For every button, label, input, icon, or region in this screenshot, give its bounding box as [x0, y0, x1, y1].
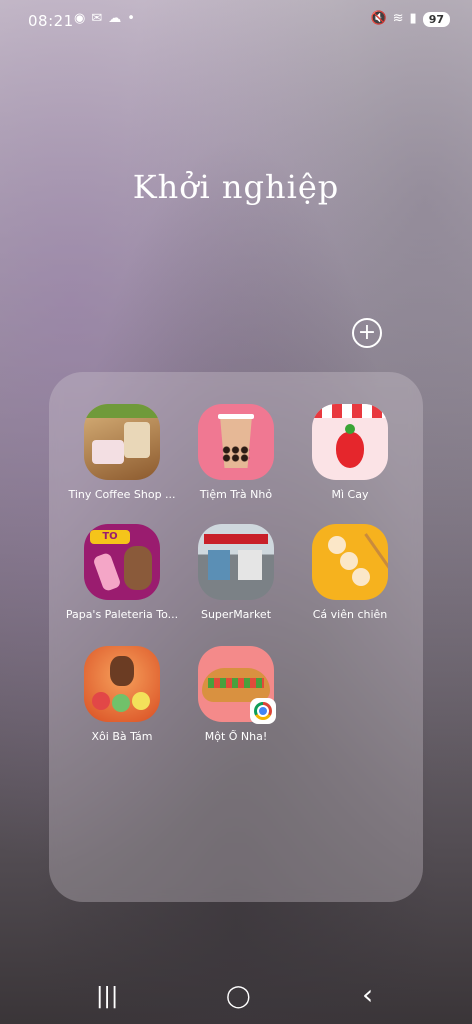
dot-icon: •	[127, 11, 135, 26]
app-label: Tiệm Trà Nhỏ	[199, 488, 273, 501]
system-icons: 🔇 ≋ ▮ 97	[370, 11, 450, 27]
app-mi-cay[interactable]: Mì Cay	[291, 404, 409, 514]
chili-icon	[312, 404, 388, 480]
chrome-badge-icon	[250, 698, 276, 724]
app-folder: Tiny Coffee Shop ... Tiệm Trà Nhỏ Mì Cay…	[49, 372, 423, 902]
app-supermarket[interactable]: SuperMarket	[177, 524, 295, 634]
app-tiny-coffee-shop[interactable]: Tiny Coffee Shop ...	[63, 404, 181, 514]
back-button[interactable]: ‹	[362, 978, 373, 1011]
app-label: Một Ổ Nha!	[204, 730, 268, 743]
supermarket-icon	[198, 524, 274, 600]
folder-title[interactable]: Khởi nghiệp	[0, 168, 472, 206]
recents-button[interactable]: |||	[96, 984, 118, 1009]
app-papas-paleteria[interactable]: TO GO! Papa's Paleteria To...	[63, 524, 181, 634]
app-tiem-tra-nho[interactable]: Tiệm Trà Nhỏ	[177, 404, 295, 514]
notification-icons: ◉ ✉ ☁ •	[74, 11, 135, 27]
navigation-bar: ||| ◯ ‹	[0, 970, 472, 1024]
app-label: Xôi Bà Tám	[91, 730, 153, 743]
status-bar: 08:21 ◉ ✉ ☁ • 🔇 ≋ ▮ 97	[0, 0, 472, 44]
mute-icon: 🔇	[370, 11, 387, 26]
app-ca-vien-chien[interactable]: Cá viên chiên	[291, 524, 409, 634]
signal-icon: ▮	[409, 11, 417, 26]
app-mot-o-nha[interactable]: Một Ổ Nha!	[177, 646, 295, 756]
bubble-tea-icon	[198, 404, 274, 480]
battery-indicator: 97	[422, 11, 450, 27]
app-xoi-ba-tam[interactable]: Xôi Bà Tám	[63, 646, 181, 756]
banh-mi-icon	[198, 646, 276, 724]
papas-paleteria-icon: TO GO!	[84, 524, 160, 600]
app-label: Mì Cay	[331, 488, 369, 501]
add-app-button[interactable]: +	[352, 318, 382, 348]
chrome-notif-icon: ◉	[74, 11, 86, 26]
app-label: Cá viên chiên	[312, 608, 388, 621]
app-label: Tiny Coffee Shop ...	[68, 488, 176, 501]
message-icon: ✉	[91, 11, 103, 26]
app-label: Papa's Paleteria To...	[65, 608, 179, 621]
home-button[interactable]: ◯	[226, 984, 251, 1009]
wifi-icon: ≋	[392, 11, 404, 26]
xoi-icon	[84, 646, 160, 722]
cloud-icon: ☁	[108, 11, 122, 26]
app-label: SuperMarket	[200, 608, 272, 621]
fishball-icon	[312, 524, 388, 600]
clock: 08:21	[28, 12, 74, 30]
coffee-shop-icon	[84, 404, 160, 480]
